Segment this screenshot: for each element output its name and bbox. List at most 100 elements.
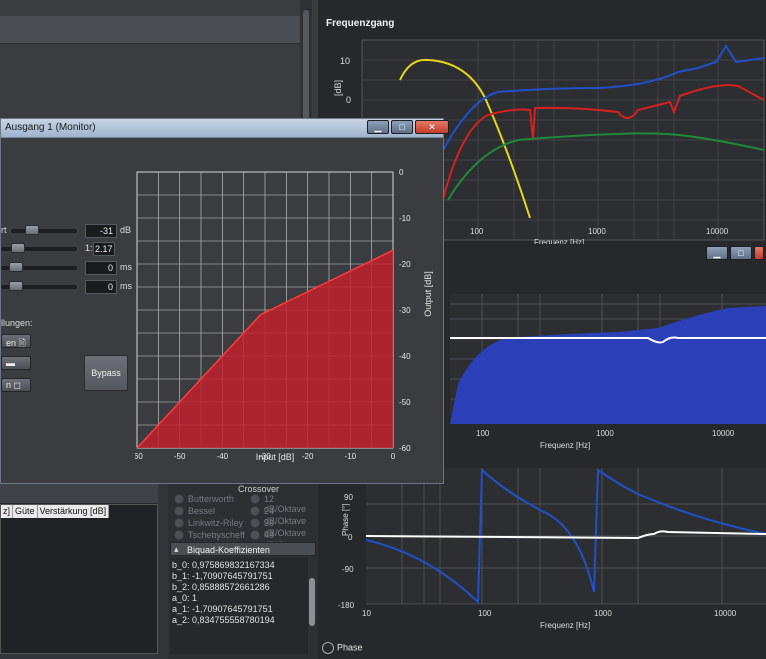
compressor-y-tick: -10	[399, 214, 411, 223]
column-header-gain[interactable]: Verstärkung [dB]	[38, 505, 110, 518]
radio-tschebyscheff[interactable]	[174, 530, 184, 540]
slider-thumb[interactable]	[9, 262, 23, 272]
release-value[interactable]: 0	[85, 280, 117, 294]
radio-slope-12[interactable]	[250, 494, 260, 504]
coefficient: b_2: 0,85888572661286	[172, 582, 270, 592]
dialog-title: Ausgang 1 (Monitor)	[5, 122, 96, 133]
coefficient: a_1: -1,70907645791751	[172, 604, 273, 614]
radio-label: Tschebyscheff	[188, 530, 245, 540]
coefficient: a_0: 1	[172, 593, 198, 603]
output-dialog: Ausgang 1 (Monitor) ▁ □ ✕ rt -31 dB 1: 2…	[0, 118, 449, 484]
freq-y-tick: 10	[340, 56, 350, 66]
settings-label: llungen:	[1, 318, 33, 328]
compressor-curve-chart: -60-50-40-30-20-1000-10-20-30-40-50-60 I…	[135, 168, 433, 462]
radio-linkwitz-riley[interactable]	[174, 518, 184, 528]
reset-icon: ◻	[13, 380, 22, 390]
close-button[interactable]: ✕	[415, 120, 449, 134]
freq-y-tick: 0	[346, 95, 351, 105]
settings-open-button[interactable]: ▬	[1, 356, 31, 370]
mag-x-tick: 100	[476, 429, 490, 438]
top-left-panel	[0, 0, 318, 120]
biquad-coefficients-list: b_0: 0,975869832167334 b_1: -1,709076457…	[170, 558, 316, 654]
ratio-slider[interactable]	[1, 243, 77, 253]
biquad-expander[interactable]: ▴ Biquad-Koeffizienten	[170, 542, 316, 556]
save-icon: 🗎	[18, 338, 26, 348]
eq-table[interactable]: z] Güte Verstärkung [dB]	[0, 504, 158, 654]
threshold-row: rt -31 dB	[1, 224, 131, 238]
folder-icon: ▬	[6, 358, 15, 368]
minimize-button[interactable]: ▁	[367, 120, 389, 134]
coefficient: b_1: -1,70907645791751	[172, 571, 273, 581]
coefficient: b_0: 0,975869832167334	[172, 560, 275, 570]
radio-slope-24[interactable]	[250, 506, 260, 516]
reset-label: n	[6, 380, 12, 390]
dialog-window-controls: ▁ □ ✕	[367, 120, 449, 134]
phase-y-tick: -180	[338, 601, 355, 610]
release-slider[interactable]	[1, 281, 77, 291]
mag-x-tick: 10000	[712, 429, 735, 438]
settings-save-button[interactable]: en 🗎	[1, 334, 31, 348]
ratio-prefix: 1:	[85, 243, 93, 253]
radio-slope-36[interactable]	[250, 518, 260, 528]
phase-x-tick: 10000	[714, 609, 737, 618]
dialog-content: rt -31 dB 1: 2.17 0 ms 0 ms llungen: en …	[1, 137, 443, 483]
phase-y-label: Phase [°]	[341, 503, 350, 536]
column-header-quality[interactable]: Güte	[13, 505, 38, 518]
coefficient: a_2: 0,834755558780194	[172, 615, 275, 625]
phase-toggle[interactable]: Phase	[322, 642, 363, 654]
expand-icon	[322, 642, 334, 654]
slider-thumb[interactable]	[11, 243, 25, 253]
phase-toggle-label: Phase	[337, 642, 363, 653]
attack-row: 0 ms	[1, 261, 132, 275]
compressor-y-tick: -20	[399, 260, 411, 269]
compressor-y-tick: 0	[399, 168, 404, 177]
settings-reset-button[interactable]: n ◻	[1, 378, 31, 392]
freq-x-tick: 100	[470, 227, 484, 236]
compressor-y-tick: -50	[399, 398, 411, 407]
column-header-frequency[interactable]: z]	[1, 505, 14, 518]
radio-slope-48[interactable]	[250, 530, 260, 540]
save-label: en	[6, 338, 17, 348]
ratio-value[interactable]: 2.17	[93, 242, 115, 256]
threshold-value[interactable]: -31	[85, 224, 117, 238]
attack-slider[interactable]	[1, 262, 77, 272]
compressor-x-tick: -60	[135, 452, 143, 461]
mag-x-tick: 1000	[596, 429, 614, 438]
freq-y-label: [dB]	[333, 80, 343, 96]
compressor-x-label: Input [dB]	[256, 452, 295, 462]
phase-x-tick: 100	[478, 609, 492, 618]
dialog-titlebar[interactable]: Ausgang 1 (Monitor) ▁ □ ✕	[1, 119, 449, 137]
eq-table-header-row: z] Güte Verstärkung [dB]	[1, 505, 110, 518]
radio-butterworth[interactable]	[174, 494, 184, 504]
phase-x-label: Frequenz [Hz]	[540, 621, 590, 630]
compressor-x-tick: -20	[302, 452, 314, 461]
scrollbar-thumb[interactable]	[309, 578, 315, 626]
radio-label: Bessel	[188, 506, 216, 516]
attack-value[interactable]: 0	[85, 261, 117, 275]
biquad-scrollbar[interactable]	[308, 558, 316, 654]
slider-thumb[interactable]	[9, 281, 23, 291]
compressor-x-tick: -40	[217, 452, 229, 461]
phase-x-tick: 1000	[594, 609, 612, 618]
bypass-button[interactable]: Bypass	[84, 355, 128, 391]
threshold-label: rt	[1, 225, 7, 235]
compressor-y-label: Output [dB]	[423, 271, 433, 317]
compressor-x-tick: 0	[391, 452, 396, 461]
ratio-row: 1: 2.17	[1, 242, 131, 256]
scrollbar-thumb[interactable]	[303, 10, 309, 120]
compressor-x-tick: -10	[345, 452, 357, 461]
biquad-title: Biquad-Koeffizienten	[187, 545, 270, 555]
eq-panel-header	[0, 484, 158, 504]
release-unit: ms	[120, 281, 132, 291]
slider-thumb[interactable]	[25, 225, 39, 235]
top-left-scrollbar[interactable]	[300, 0, 312, 120]
threshold-slider[interactable]	[11, 225, 77, 235]
radio-label: Butterworth	[188, 494, 235, 504]
radio-bessel[interactable]	[174, 506, 184, 516]
phase-x-tick: 10	[362, 609, 371, 618]
maximize-button[interactable]: □	[391, 120, 413, 134]
crossover-panel: Crossover Butterworth Bessel Linkwitz-Ri…	[168, 484, 318, 659]
freq-x-tick: 10000	[706, 227, 729, 236]
release-row: 0 ms	[1, 280, 132, 294]
phase-y-tick: -90	[342, 565, 354, 574]
